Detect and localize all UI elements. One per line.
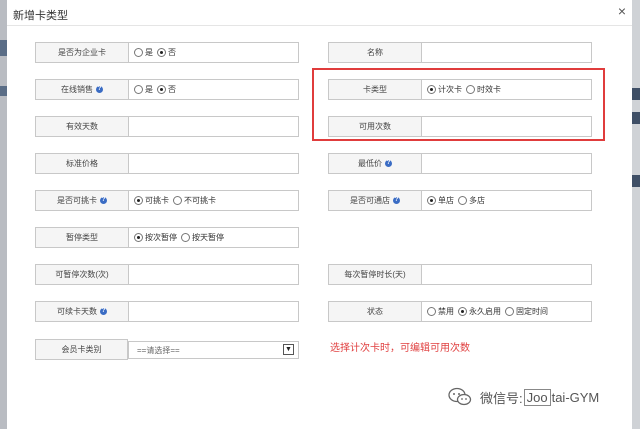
radio-checked-icon xyxy=(134,233,143,242)
standard-price-label: 标准价格 xyxy=(36,154,129,173)
online-sale-radio-group: 是 否 xyxy=(129,80,298,99)
standard-price-row: 标准价格 xyxy=(35,153,299,174)
standard-price-input[interactable] xyxy=(129,154,298,173)
renew-days-row: 可续卡天数? xyxy=(35,301,299,322)
new-card-type-dialog: 新增卡类型 × xyxy=(7,0,632,429)
min-price-label: 最低价? xyxy=(329,154,422,173)
status-disabled-radio[interactable]: 禁用 xyxy=(427,306,454,317)
multi-store-row: 是否可通店? 单店 多店 xyxy=(328,190,592,211)
is-enterprise-row: 是否为企业卡 是 否 xyxy=(35,42,299,63)
wechat-watermark: 微信号: Joo tai-GYM xyxy=(448,387,599,407)
pause-type-radio-group: 按次暂停 按天暂停 xyxy=(129,228,298,247)
help-icon[interactable]: ? xyxy=(100,197,107,204)
pause-type-row: 暂停类型 按次暂停 按天暂停 xyxy=(35,227,299,248)
member-category-label: 会员卡类别 xyxy=(36,340,127,359)
valid-days-label: 有效天数 xyxy=(36,117,129,136)
name-label: 名称 xyxy=(329,43,422,62)
status-radio-group: 禁用 永久启用 固定时间 xyxy=(422,302,591,321)
can-pick-card-label: 是否可挑卡? xyxy=(36,191,129,210)
is-enterprise-no-radio[interactable]: 否 xyxy=(157,47,176,58)
status-row: 状态 禁用 永久启用 固定时间 xyxy=(328,301,592,322)
watermark-prefix: 微信号: xyxy=(480,390,523,406)
online-sale-yes-radio[interactable]: 是 xyxy=(134,84,153,95)
annotation-note: 选择计次卡时，可编辑可用次数 xyxy=(330,343,470,354)
pause-type-label: 暂停类型 xyxy=(36,228,129,247)
multi-store-label: 是否可通店? xyxy=(329,191,422,210)
single-store-radio[interactable]: 单店 xyxy=(427,195,454,206)
watermark-boxed: Joo xyxy=(523,388,551,406)
pause-duration-input[interactable] xyxy=(422,265,591,284)
renew-days-input[interactable] xyxy=(129,302,298,321)
highlight-box xyxy=(312,68,605,141)
radio-checked-icon xyxy=(427,196,436,205)
status-permanent-radio[interactable]: 永久启用 xyxy=(458,306,501,317)
online-sale-no-radio[interactable]: 否 xyxy=(157,84,176,95)
can-pick-card-row: 是否可挑卡? 可挑卡 不可挑卡 xyxy=(35,190,299,211)
status-label: 状态 xyxy=(329,302,422,321)
is-enterprise-yes-radio[interactable]: 是 xyxy=(134,47,153,58)
member-category-select[interactable]: ==请选择== ▼ xyxy=(128,341,299,359)
pause-duration-label: 每次暂停时长(天) xyxy=(329,265,422,284)
title-divider xyxy=(7,25,632,26)
online-sale-label: 在线销售? xyxy=(36,80,129,99)
renew-days-label: 可续卡天数? xyxy=(36,302,129,321)
online-sale-row: 在线销售? 是 否 xyxy=(35,79,299,100)
radio-checked-icon xyxy=(157,85,166,94)
multi-store-radio-group: 单店 多店 xyxy=(422,191,591,210)
pause-by-days-radio[interactable]: 按天暂停 xyxy=(181,232,224,243)
radio-unchecked-icon xyxy=(427,307,436,316)
background-left-edge xyxy=(0,0,7,429)
radio-unchecked-icon xyxy=(458,196,467,205)
min-price-input[interactable] xyxy=(422,154,591,173)
radio-unchecked-icon xyxy=(134,85,143,94)
can-pick-card-no-radio[interactable]: 不可挑卡 xyxy=(173,195,216,206)
radio-checked-icon xyxy=(157,48,166,57)
dialog-title: 新增卡类型 xyxy=(13,10,68,22)
can-pick-card-yes-radio[interactable]: 可挑卡 xyxy=(134,195,169,206)
radio-checked-icon xyxy=(134,196,143,205)
pause-by-times-radio[interactable]: 按次暂停 xyxy=(134,232,177,243)
help-icon[interactable]: ? xyxy=(100,308,107,315)
pause-times-input[interactable] xyxy=(129,265,298,284)
multi-store-radio[interactable]: 多店 xyxy=(458,195,485,206)
name-input[interactable] xyxy=(422,43,591,62)
is-enterprise-radio-group: 是 否 xyxy=(129,43,298,62)
radio-unchecked-icon xyxy=(181,233,190,242)
min-price-row: 最低价? xyxy=(328,153,592,174)
radio-checked-icon xyxy=(458,307,467,316)
pause-duration-row: 每次暂停时长(天) xyxy=(328,264,592,285)
chevron-down-icon: ▼ xyxy=(283,344,294,355)
radio-unchecked-icon xyxy=(173,196,182,205)
can-pick-card-radio-group: 可挑卡 不可挑卡 xyxy=(129,191,298,210)
status-fixed-time-radio[interactable]: 固定时间 xyxy=(505,306,548,317)
pause-times-row: 可暂停次数(次) xyxy=(35,264,299,285)
background-right-edge xyxy=(632,0,640,429)
member-category-row: 会员卡类别 xyxy=(35,339,128,360)
radio-unchecked-icon xyxy=(505,307,514,316)
valid-days-input[interactable] xyxy=(129,117,298,136)
wechat-icon xyxy=(448,387,472,406)
member-category-value: ==请选择== xyxy=(137,345,180,355)
help-icon[interactable]: ? xyxy=(393,197,400,204)
radio-unchecked-icon xyxy=(134,48,143,57)
valid-days-row: 有效天数 xyxy=(35,116,299,137)
help-icon[interactable]: ? xyxy=(385,160,392,167)
pause-times-label: 可暂停次数(次) xyxy=(36,265,129,284)
is-enterprise-label: 是否为企业卡 xyxy=(36,43,129,62)
close-icon[interactable]: × xyxy=(618,4,626,18)
help-icon[interactable]: ? xyxy=(96,86,103,93)
name-row: 名称 xyxy=(328,42,592,63)
watermark-suffix: tai-GYM xyxy=(551,389,600,405)
